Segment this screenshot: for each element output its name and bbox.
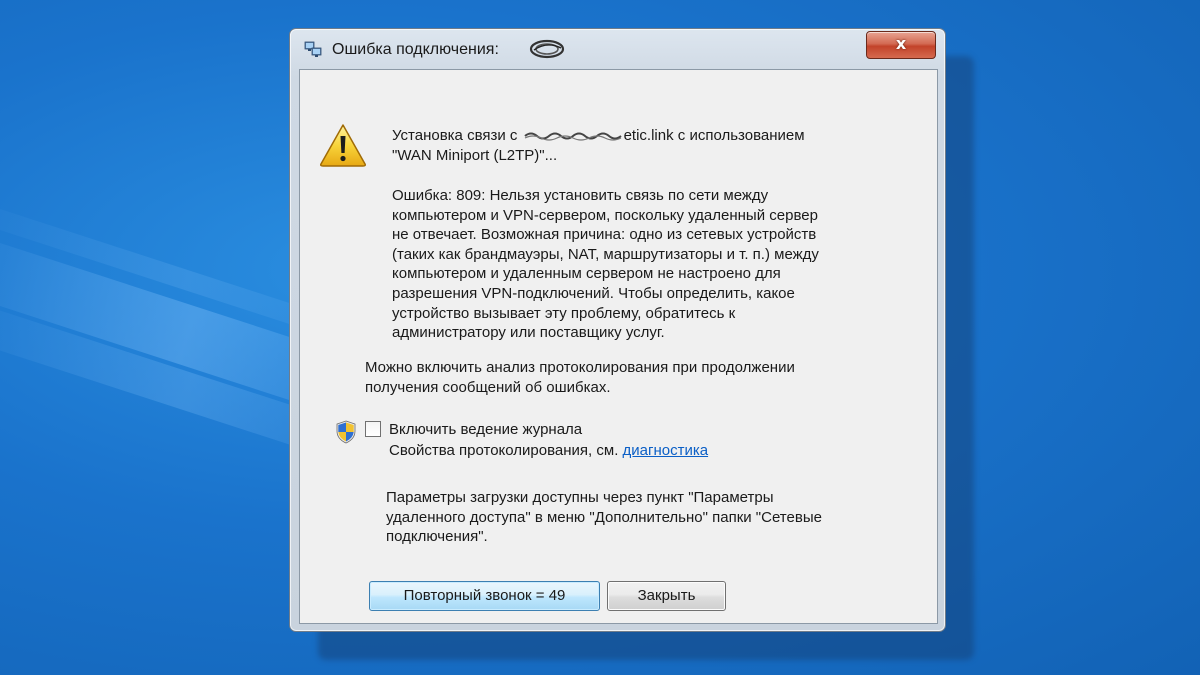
error-line: не отвечает. Возможная причина: одно из … <box>392 226 817 244</box>
info-line: получения сообщений об ошибках. <box>365 378 611 396</box>
device-name: "WAN Miniport (L2TP)"... <box>392 147 558 164</box>
redial-button[interactable]: Повторный звонок = 49 <box>369 581 600 611</box>
error-line: устройство вызывает эту проблему, обрати… <box>392 304 736 322</box>
redial-settings-info: Параметры загрузки доступны через пункт … <box>386 488 822 547</box>
error-line: Ошибка: 809: Нельзя установить связь по … <box>392 187 769 204</box>
info-line: удаленного доступа" в меню "Дополнительн… <box>386 508 822 526</box>
network-computers-icon <box>304 41 322 57</box>
logging-properties-text: Свойства протоколирования, см. диагности… <box>389 441 708 461</box>
error-line: компьютером и удаленным сервером не наст… <box>392 265 781 283</box>
close-button[interactable]: Закрыть <box>607 581 726 611</box>
info-line: Параметры загрузки доступны через пункт … <box>386 489 774 506</box>
error-description: Ошибка: 809: Нельзя установить связь по … <box>392 186 819 343</box>
close-icon: x <box>895 34 907 53</box>
error-line: компьютером и VPN-сервером, поскольку уд… <box>392 206 818 224</box>
enable-logging-checkbox[interactable] <box>365 421 381 437</box>
title-bar[interactable]: Ошибка подключения: x <box>290 29 945 69</box>
error-line: администратору или поставщику услуг. <box>392 324 665 342</box>
logging-info-text: Можно включить анализ протоколирования п… <box>365 358 795 397</box>
connecting-suffix: с использованием <box>677 127 805 144</box>
redacted-connection-name <box>529 39 565 59</box>
close-window-button[interactable]: x <box>866 31 936 59</box>
uac-shield-icon <box>336 420 356 444</box>
logging-props-prefix: Свойства протоколирования, см. <box>389 442 619 459</box>
connecting-prefix: Установка связи с <box>392 127 518 144</box>
error-line: (таких как брандмауэры, NAT, маршрутизат… <box>392 245 819 263</box>
info-line: Можно включить анализ протоколирования п… <box>365 359 795 376</box>
info-line: подключения". <box>386 528 488 546</box>
enable-logging-label[interactable]: Включить ведение журнала <box>389 420 582 440</box>
redacted-server-address <box>523 132 622 141</box>
window-title: Ошибка подключения: <box>332 41 499 58</box>
dialog-content: Установка связи с etic.link с использова… <box>299 69 938 624</box>
connection-error-dialog: Ошибка подключения: x Установка связи с … <box>289 28 946 632</box>
server-address-tail: etic.link <box>623 127 674 144</box>
error-line: разрешения VPN-подключений. Чтобы опреде… <box>392 284 795 302</box>
connecting-message: Установка связи с etic.link с использова… <box>392 126 805 146</box>
warning-triangle-icon <box>320 124 366 167</box>
diagnostics-link[interactable]: диагностика <box>623 442 709 459</box>
